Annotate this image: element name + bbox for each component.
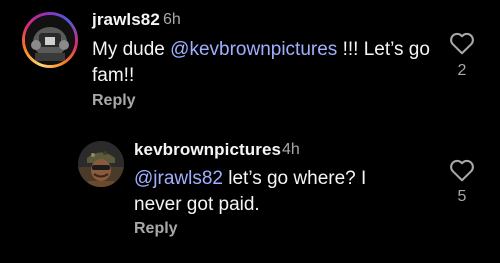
mention-link[interactable]: @jrawls82	[134, 168, 223, 189]
avatar-ring[interactable]	[78, 141, 124, 187]
avatar-story-ring[interactable]	[22, 12, 78, 68]
avatar-image	[78, 141, 124, 187]
like-count: 2	[457, 62, 467, 79]
comment-text: @jrawls82 let’s go where? I never got pa…	[134, 166, 414, 218]
reply-button[interactable]: Reply	[92, 92, 136, 110]
avatar-image	[25, 15, 75, 65]
comment-text-prefix: My dude	[92, 39, 171, 60]
heart-outline-icon	[450, 32, 474, 55]
like-button[interactable]	[449, 158, 475, 182]
avatar	[25, 15, 75, 65]
reply-button[interactable]: Reply	[134, 220, 178, 238]
comment-text: My dude @kevbrownpictures !!! Let’s go f…	[92, 37, 432, 89]
comment-username[interactable]: kevbrownpictures	[134, 140, 281, 160]
comment-username[interactable]: jrawls82	[92, 10, 160, 30]
heart-outline-icon	[450, 159, 474, 182]
mention-link[interactable]: @kevbrownpictures	[170, 39, 337, 60]
comment-timestamp: 4h	[282, 141, 300, 158]
comment-timestamp: 6h	[163, 11, 181, 28]
like-button[interactable]	[449, 31, 475, 55]
like-count: 5	[457, 188, 467, 205]
avatar	[78, 141, 124, 187]
